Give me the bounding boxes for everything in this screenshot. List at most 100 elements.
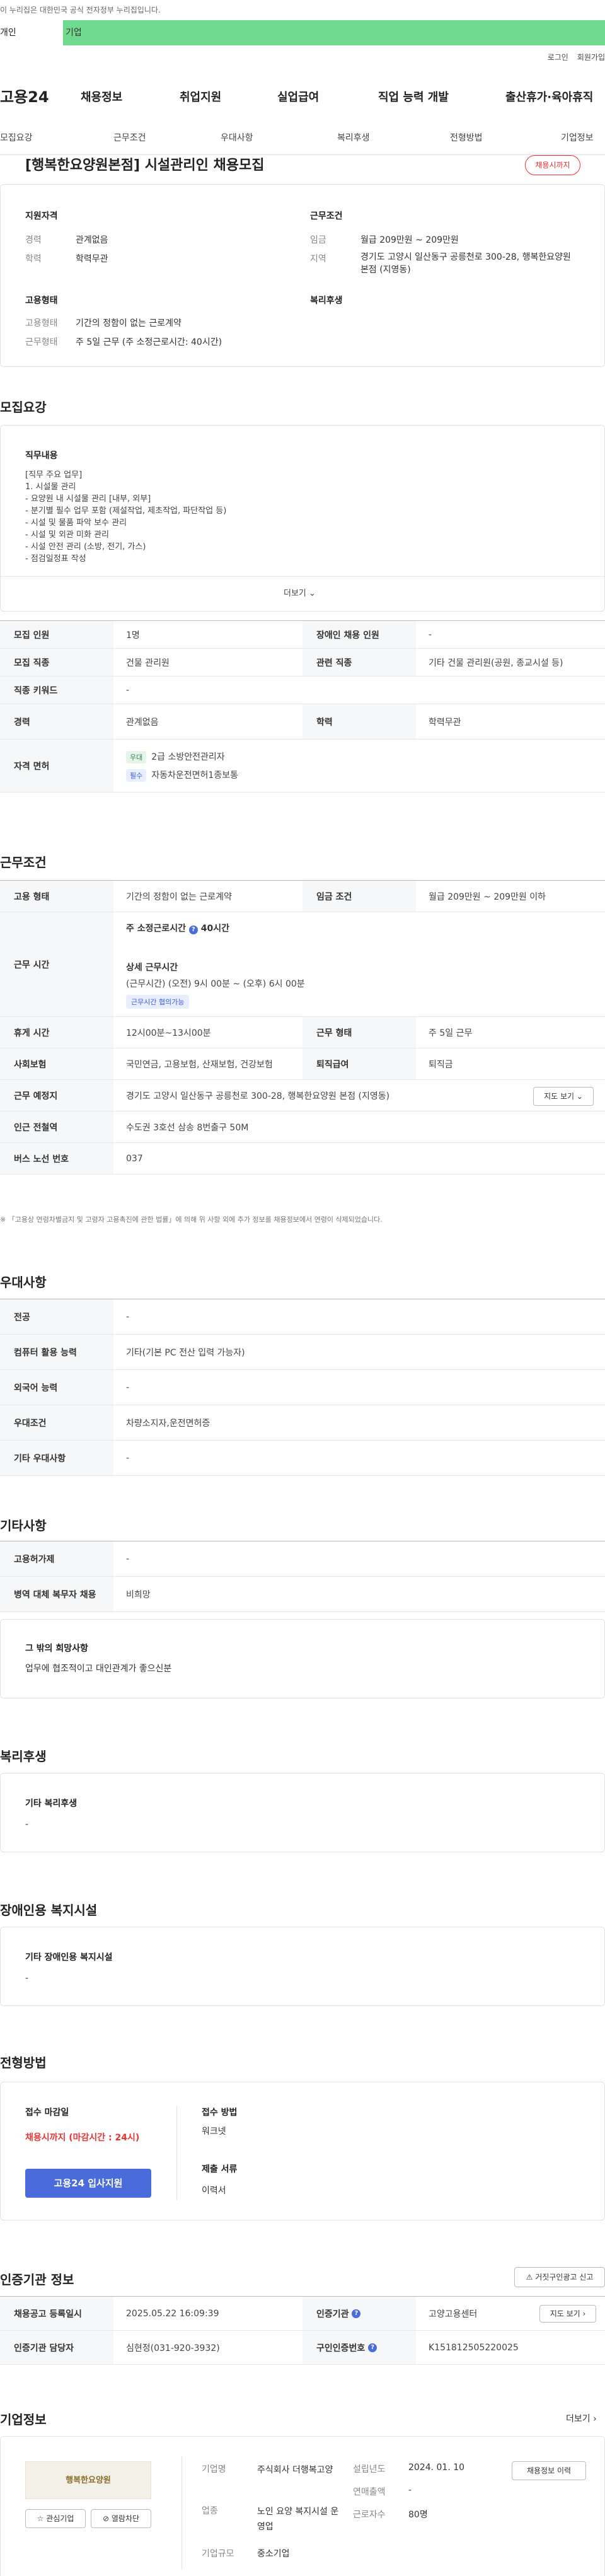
row-value: - (126, 685, 130, 695)
more-button[interactable]: 더보기 ⌄ (284, 586, 316, 598)
table-row: 휴게 시간 12시00분~13시00분 근무 형태 주 5일 근무 (0, 1017, 605, 1048)
method-label: 접수 방법 (202, 2108, 238, 2118)
row-value: K151812505220025 (429, 2342, 519, 2353)
row-key: 인근 전철역 (0, 1111, 113, 1142)
row-key: 기타 우대사항 (0, 1441, 113, 1475)
table-row: 컴퓨터 활용 능력 기타(기본 PC 전산 입력 가능자) (0, 1335, 605, 1370)
industry-label: 업종 (202, 2506, 218, 2516)
est-label: 설립년도 (353, 2464, 386, 2474)
row-key: 외국어 능력 (0, 1370, 113, 1405)
welfare-box (0, 1773, 605, 1852)
duty-line: - 분기별 필수 업무 포함 (제설작업, 제초작업, 파단작업 등) (25, 506, 227, 516)
row-value: 037 (126, 1153, 143, 1164)
table-row: 모집 직종 건물 관리원 관련 직종 기타 건물 관리원(공원, 종교시설 등) (0, 649, 605, 676)
worktype-label: 근무형태 (25, 337, 58, 347)
favorite-button[interactable]: ☆ 관심기업 (25, 2509, 86, 2528)
row-key: 우대조건 (0, 1405, 113, 1440)
gnb-unemployment-benefit[interactable]: 실업급여 (277, 88, 319, 105)
tab-company[interactable]: 기업 (66, 20, 82, 45)
login-link[interactable]: 로그인 (548, 53, 568, 62)
nav-welfare[interactable]: 복리후생 (337, 131, 370, 144)
info-icon[interactable]: ? (368, 2343, 377, 2352)
status-badge: 채용시까지 (525, 155, 580, 175)
row-key: 퇴직급여 (302, 1048, 416, 1079)
divider (0, 576, 605, 577)
emptype-value: 기간의 정함이 없는 근로계약 (76, 318, 182, 328)
gnb-vocational-training[interactable]: 직업 능력 개발 (378, 88, 449, 105)
table-row: 고용허가제 - (0, 1541, 605, 1577)
site-logo[interactable]: 고용24 (0, 84, 49, 107)
nav-condition[interactable]: 근무조건 (113, 131, 146, 144)
gnb-parental-leave[interactable]: 출산휴가·육아휴직 (505, 88, 593, 105)
emptype-label: 고용형태 (25, 318, 58, 328)
table-row: 근무 시간 (0, 912, 605, 1017)
deadline-label: 접수 마감일 (25, 2108, 69, 2118)
duty-line: - 시설 및 물품 파악 보수 관리 (25, 518, 127, 528)
hiring-history-button[interactable]: 채용정보 이력 (512, 2461, 586, 2480)
join-link[interactable]: 회원가입 (577, 53, 605, 62)
row-key: 컴퓨터 활용 능력 (0, 1335, 113, 1369)
row-key: 근무 예정지 (0, 1080, 113, 1111)
worktype-value: 주 5일 근무 (주 소정근로시간: 40시간) (76, 337, 222, 347)
welfare-title: 복리후생 (310, 296, 343, 306)
row-value: 비희망 (126, 1589, 151, 1600)
apply-button[interactable]: 고용24 입사지원 (25, 2169, 151, 2198)
license-item: 우대 2급 소방안전관리자 (126, 750, 225, 763)
row-value: 관계없음 (126, 717, 159, 728)
block-button[interactable]: ⊘ 열람차단 (91, 2509, 151, 2528)
row-value: - (126, 1382, 130, 1393)
method-value: 워크넷 (202, 2126, 226, 2137)
org-map-button[interactable]: 지도 보기 › (539, 2305, 596, 2323)
duty-line: [직무 주요 업무] (25, 470, 83, 480)
gnb-employment-support[interactable]: 취업지원 (180, 88, 221, 105)
table-row: 경력 관계없음 학력 학력무관 (0, 704, 605, 740)
career-value: 관계없음 (76, 235, 108, 245)
row-value: 수도권 3호선 삼송 8번출구 50M (126, 1122, 249, 1133)
nav-recruit[interactable]: 모집요강 (0, 131, 33, 144)
nav-preference[interactable]: 우대사항 (221, 131, 253, 144)
table-row: 인근 전철역 수도권 3호선 삼송 8번출구 50M (0, 1111, 605, 1143)
wage-value: 월급 209만원 ~ 209만원 (360, 235, 459, 245)
gnb-job-info[interactable]: 채용정보 (81, 88, 122, 105)
license-name: 자동차운전면허1종보통 (151, 770, 238, 780)
info-icon[interactable]: ? (188, 925, 198, 934)
row-key: 구인인증번호 ? (302, 2331, 416, 2364)
nav-company[interactable]: 기업정보 (561, 131, 594, 144)
detail-hours-title: 상세 근무시간 (126, 963, 178, 973)
employees-value: 80명 (408, 2510, 428, 2520)
cert-section-title: 인증기관 정보 (0, 2272, 74, 2287)
section-nav: 모집요강 근무조건 우대사항 복리후생 전형방법 기업정보 (0, 120, 605, 155)
docs-label: 제출 서류 (202, 2164, 238, 2174)
row-value: - (126, 1553, 130, 1564)
qual-title: 지원자격 (25, 211, 58, 221)
table-row: 전공 - (0, 1299, 605, 1335)
map-label: 지도 보기 (544, 1092, 575, 1101)
row-key: 직종 키워드 (0, 676, 113, 704)
negotiable-tag: 근무시간 협의가능 (126, 995, 190, 1009)
company-logo: 행복한요양원 (25, 2461, 151, 2499)
preference-section-title: 우대사항 (0, 1275, 47, 1290)
selection-section-title: 전형방법 (0, 2055, 47, 2070)
table-row: 병역 대체 복무자 채용 비희망 (0, 1577, 605, 1612)
row-key-label: 구인인증번호 (316, 2343, 366, 2353)
favorite-label: 관심기업 (46, 2514, 74, 2523)
nav-selection[interactable]: 전형방법 (450, 131, 483, 144)
row-key: 근무 형태 (302, 1017, 416, 1048)
wage-label: 임금 (310, 235, 326, 245)
report-label: 거짓구인광고 신고 (535, 2273, 594, 2282)
table-row: 직종 키워드 - (0, 676, 605, 704)
star-icon: ☆ (37, 2514, 44, 2523)
size-label: 기업규모 (202, 2549, 234, 2559)
report-button[interactable]: ⚠ 거짓구인광고 신고 (514, 2267, 605, 2287)
employees-label: 근로자수 (353, 2510, 386, 2520)
info-icon[interactable]: ? (352, 2309, 361, 2318)
dwelfare-value: - (25, 1973, 29, 1983)
emp-title: 고용형태 (25, 296, 58, 306)
row-key: 관련 직종 (302, 649, 416, 676)
region-value: 경기도 고양시 일산동구 공릉천로 300-28, 행복한요양원 본점 (지영동… (360, 252, 571, 275)
sales-value: - (408, 2485, 412, 2495)
company-section-title: 기업정보 (0, 2412, 47, 2427)
map-button[interactable]: 지도 보기 ⌄ (533, 1087, 594, 1106)
company-more-link[interactable]: 더보기 › (566, 2412, 597, 2425)
tab-personal[interactable]: 개인 (0, 20, 63, 45)
